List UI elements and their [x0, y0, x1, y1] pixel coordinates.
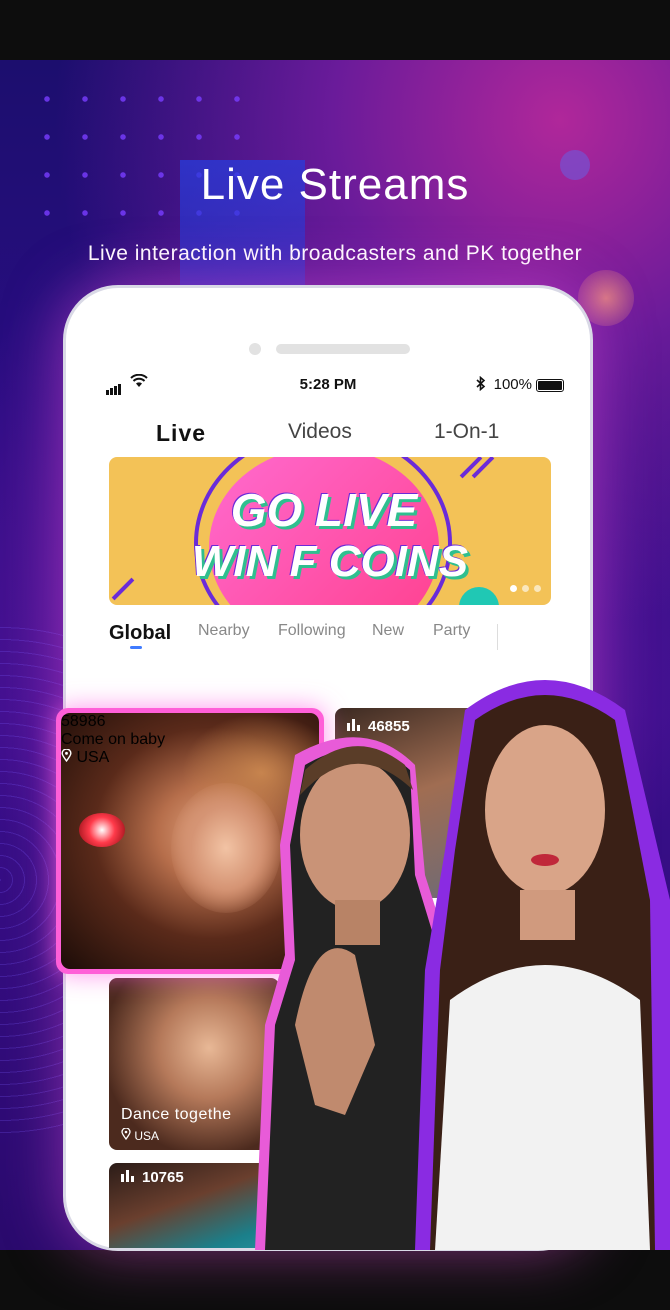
tab-divider [497, 624, 498, 650]
speaker-bar [276, 344, 410, 354]
banner-headline: GO LIVE [230, 484, 418, 536]
bar-chart-icon [121, 1169, 136, 1186]
female-model-cutout [415, 680, 670, 1250]
pager-dot[interactable] [510, 585, 517, 592]
tab-new[interactable]: New [372, 622, 404, 640]
battery-icon [536, 379, 564, 392]
viewer-count-value: 10765 [142, 1169, 184, 1186]
stream-location-value: USA [134, 1129, 160, 1143]
category-tab-bar: Global Nearby Following New Party [92, 620, 564, 650]
banner-teal-dot [459, 587, 499, 605]
viewer-count-value: 58986 [61, 713, 106, 730]
pager-dot[interactable] [534, 585, 541, 592]
tab-party[interactable]: Party [433, 622, 470, 640]
tab-nearby[interactable]: Nearby [198, 622, 250, 640]
stream-thumbnail [109, 978, 279, 1150]
decorative-bokeh [578, 270, 634, 326]
banner-subheadline: WIN F COINS [191, 537, 469, 586]
banner-pager [505, 579, 541, 597]
status-bar: 5:28 PM 100% [92, 373, 564, 398]
stream-title: Dance togethe [121, 1106, 232, 1123]
pager-dot[interactable] [522, 585, 529, 592]
battery-percent: 100% [493, 376, 532, 393]
tab-videos[interactable]: Videos [288, 420, 352, 444]
tab-global[interactable]: Global [109, 622, 171, 645]
viewer-count: 10765 [121, 1169, 184, 1186]
stream-card[interactable]: Dance togethe USA [109, 978, 279, 1150]
active-tab-indicator [130, 646, 142, 649]
camera-dot [249, 343, 261, 355]
stream-card[interactable]: 10765 [109, 1163, 279, 1248]
tab-one-on-one[interactable]: 1-On-1 [434, 420, 499, 444]
bluetooth-icon [476, 375, 486, 395]
location-pin-icon [121, 1127, 131, 1141]
stream-location-value: USA [76, 749, 110, 766]
thumbnail-light [79, 813, 125, 847]
tab-following[interactable]: Following [278, 622, 346, 640]
hero-title: Live Streams [200, 160, 470, 209]
promo-banner[interactable]: GO LIVE WIN F COINS [109, 457, 551, 605]
location-pin-icon [61, 748, 72, 763]
stream-location: USA [121, 1127, 160, 1143]
hero-subtitle: Live interaction with broadcasters and P… [87, 242, 583, 265]
tab-live[interactable]: Live [156, 420, 206, 447]
top-tab-bar: Live Videos 1-On-1 [92, 420, 564, 460]
